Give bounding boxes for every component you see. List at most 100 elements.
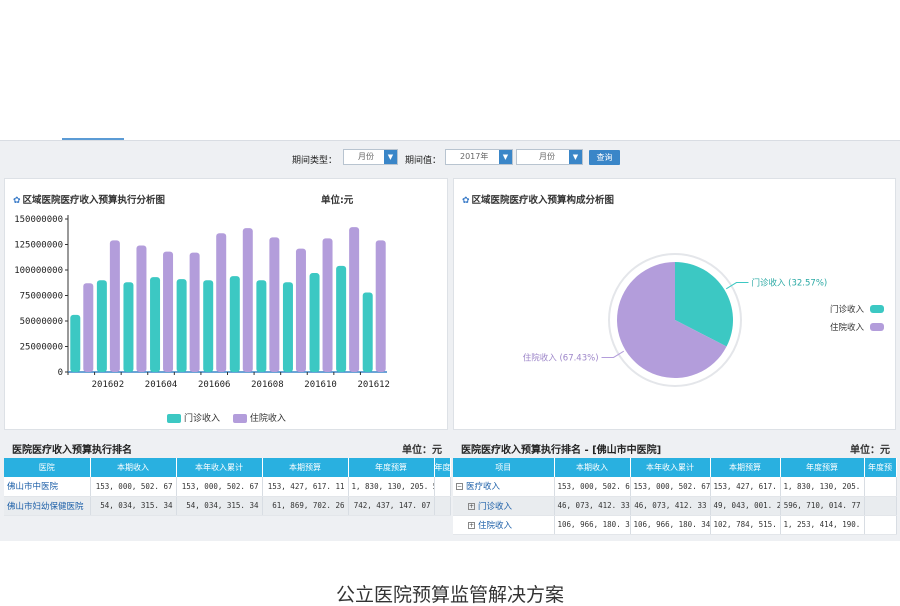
month-select[interactable]: 月份 ▼ bbox=[516, 149, 583, 165]
bar-outpatient-201608[interactable] bbox=[256, 280, 267, 372]
legend-label-inpatient: 住院收入 bbox=[249, 414, 286, 424]
month-value: 月份 bbox=[539, 152, 555, 161]
table-cell: 54, 034, 315. 34 bbox=[90, 496, 177, 516]
hospital-name-link[interactable]: 佛山市妇幼保健医院 bbox=[4, 496, 91, 516]
right-table-unit: 单位：元 bbox=[850, 445, 890, 456]
right-ranking-table: 项目 本期收入 本年收入累计 本期预算 年度预算 年度预 − 医疗收入 153, 000, 5… bbox=[453, 458, 897, 535]
column-header[interactable]: 本年收入累计 bbox=[630, 458, 711, 477]
x-tick-label: 201604 bbox=[145, 380, 178, 390]
bar-inpatient-201609[interactable] bbox=[295, 248, 306, 372]
expand-icon[interactable]: + bbox=[468, 502, 475, 510]
table-cell: 153, 000, 502. 67 bbox=[630, 477, 711, 497]
chevron-down-icon[interactable]: ▼ bbox=[384, 150, 397, 164]
period-type-value: 月份 bbox=[358, 152, 374, 161]
table-cell bbox=[434, 496, 451, 516]
collapse-icon[interactable]: − bbox=[456, 483, 463, 491]
table-row[interactable]: + 门诊收入 46, 073, 412. 33 46, 073, 412. 33 49,… bbox=[453, 496, 897, 516]
legend-item-inpatient[interactable]: 住院收入 bbox=[232, 414, 286, 424]
bar-inpatient-201610[interactable] bbox=[322, 238, 333, 372]
item-name-cell[interactable]: − 医疗收入 bbox=[453, 477, 555, 497]
column-header[interactable]: 医院 bbox=[4, 458, 91, 477]
expand-icon[interactable]: + bbox=[468, 521, 475, 529]
table-cell bbox=[864, 515, 897, 535]
bar-outpatient-201601[interactable] bbox=[70, 314, 81, 372]
table-row[interactable]: 佛山市中医院 153, 000, 502. 67 153, 000, 502. 67… bbox=[4, 477, 451, 497]
year-select[interactable]: 2017年 ▼ bbox=[445, 149, 513, 165]
table-cell: 153, 000, 502. 67 bbox=[176, 477, 263, 497]
table-header-row: 项目 本期收入 本年收入累计 本期预算 年度预算 年度预 bbox=[453, 458, 897, 477]
bar-outpatient-201603[interactable] bbox=[123, 282, 134, 372]
bar-outpatient-201604[interactable] bbox=[150, 277, 161, 372]
column-header[interactable]: 本年收入累计 bbox=[176, 458, 263, 477]
bar-outpatient-201605[interactable] bbox=[176, 279, 187, 372]
pie-legend-swatch[interactable] bbox=[870, 323, 884, 331]
y-tick-label: 50000000 bbox=[20, 317, 63, 327]
bar-outpatient-201602[interactable] bbox=[96, 280, 107, 372]
pie-legend-label: 门诊收入 bbox=[830, 304, 865, 315]
column-header[interactable]: 年度预 bbox=[864, 458, 897, 477]
chevron-down-icon[interactable]: ▼ bbox=[499, 150, 512, 164]
legend-item-outpatient[interactable]: 门诊收入 bbox=[167, 414, 220, 424]
bar-inpatient-201606[interactable] bbox=[216, 233, 227, 372]
bar-outpatient-201612[interactable] bbox=[362, 292, 373, 372]
legend-swatch-inpatient bbox=[232, 414, 247, 423]
item-name-cell[interactable]: + 住院收入 bbox=[453, 515, 555, 535]
bar-inpatient-201607[interactable] bbox=[242, 228, 253, 372]
chevron-down-icon[interactable]: ▼ bbox=[569, 150, 582, 164]
item-name-cell[interactable]: + 门诊收入 bbox=[453, 496, 555, 516]
hospital-name-link[interactable]: 佛山市中医院 bbox=[4, 477, 91, 497]
item-name-link[interactable]: 门诊收入 bbox=[478, 502, 512, 512]
bar-inpatient-201601[interactable] bbox=[83, 283, 94, 372]
table-cell: 46, 073, 412. 33 bbox=[630, 496, 711, 516]
x-tick-label: 201608 bbox=[251, 380, 284, 390]
table-cell: 1, 830, 130, 205. 54 bbox=[780, 477, 865, 497]
table-cell: 742, 437, 147. 07 bbox=[348, 496, 435, 516]
bar-inpatient-201603[interactable] bbox=[136, 245, 147, 372]
column-header[interactable]: 年度预算 bbox=[780, 458, 865, 477]
filter-bar: 期间类型： 月份 ▼ 期间值： 2017年 ▼ 月份 ▼ 查询 bbox=[0, 141, 900, 175]
x-tick-label: 201612 bbox=[357, 380, 390, 390]
bar-inpatient-201604[interactable] bbox=[163, 251, 174, 372]
table-row[interactable]: + 住院收入 106, 966, 180. 34 106, 966, 180. 34 1… bbox=[453, 515, 897, 535]
table-cell: 49, 043, 001. 23 bbox=[710, 496, 781, 516]
pie-legend-swatch[interactable] bbox=[870, 305, 884, 313]
bar-inpatient-201608[interactable] bbox=[269, 237, 280, 372]
y-tick-label: 75000000 bbox=[20, 292, 63, 302]
y-tick-label: 0 bbox=[58, 368, 63, 378]
bar-outpatient-201606[interactable] bbox=[203, 280, 214, 372]
table-cell: 153, 000, 502. 67 bbox=[554, 477, 631, 497]
column-header[interactable]: 本期预算 bbox=[262, 458, 349, 477]
bar-outpatient-201609[interactable] bbox=[282, 282, 293, 372]
pie-slice-label: 门诊收入 (32.57%) bbox=[751, 278, 827, 289]
column-header[interactable]: 项目 bbox=[453, 458, 555, 477]
bar-outpatient-201611[interactable] bbox=[336, 265, 347, 372]
column-header[interactable]: 年度预算 bbox=[348, 458, 435, 477]
period-value-label: 期间值： bbox=[405, 156, 442, 166]
bar-inpatient-201602[interactable] bbox=[109, 240, 120, 372]
table-row[interactable]: 佛山市妇幼保健医院 54, 034, 315. 34 54, 034, 315. 3… bbox=[4, 496, 451, 516]
table-row[interactable]: − 医疗收入 153, 000, 502. 67 153, 000, 502. 67 1… bbox=[453, 477, 897, 497]
item-name-link[interactable]: 医疗收入 bbox=[466, 482, 500, 492]
pie-legend-label: 住院收入 bbox=[830, 322, 865, 333]
bar-outpatient-201607[interactable] bbox=[229, 276, 240, 372]
column-header[interactable]: 本期收入 bbox=[554, 458, 631, 477]
table-cell: 1, 253, 414, 190. 57 bbox=[780, 515, 865, 535]
period-type-select[interactable]: 月份 ▼ bbox=[343, 149, 398, 165]
table-cell: 54, 034, 315. 34 bbox=[176, 496, 263, 516]
bar-inpatient-201611[interactable] bbox=[349, 227, 360, 372]
item-name-link[interactable]: 住院收入 bbox=[478, 521, 512, 531]
table-cell: 153, 427, 617. 11 bbox=[710, 477, 781, 497]
y-tick-label: 25000000 bbox=[20, 343, 63, 353]
column-header[interactable]: 年度预 bbox=[434, 458, 451, 477]
query-button[interactable]: 查询 bbox=[589, 150, 620, 165]
pie-chart-panel: ✿ 区域医院医疗收入预算构成分析图 门诊收入 (32.57%) 住院收入 (67.4… bbox=[453, 178, 896, 430]
top-blank-area bbox=[0, 0, 900, 138]
table-cell bbox=[864, 496, 897, 516]
bar-outpatient-201610[interactable] bbox=[309, 273, 320, 372]
column-header[interactable]: 本期收入 bbox=[90, 458, 177, 477]
left-table-title: 医院医疗收入预算执行排名 bbox=[12, 445, 132, 456]
column-header[interactable]: 本期预算 bbox=[710, 458, 781, 477]
table-cell: 106, 966, 180. 34 bbox=[630, 515, 711, 535]
bar-inpatient-201612[interactable] bbox=[375, 240, 386, 372]
bar-inpatient-201605[interactable] bbox=[189, 252, 200, 372]
